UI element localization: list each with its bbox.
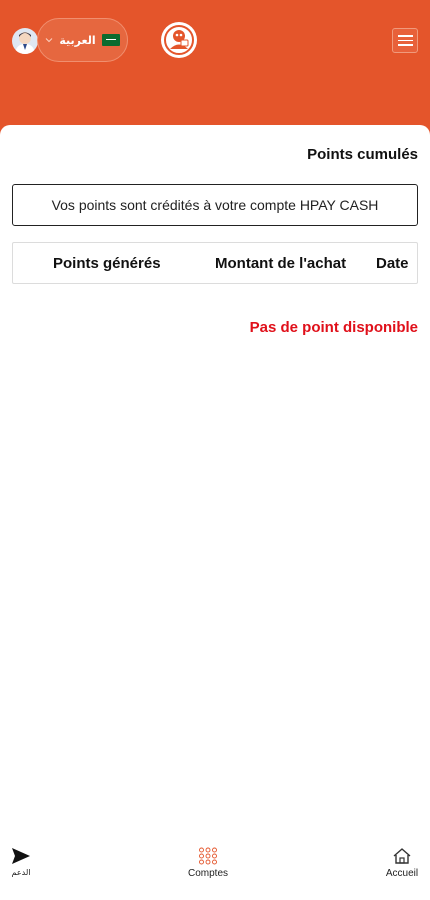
language-selector[interactable]: العربية (37, 18, 128, 62)
main-panel: Points cumulés Vos points sont crédités … (0, 125, 430, 833)
nav-item-home[interactable]: Accueil (380, 847, 424, 879)
hamburger-menu-icon[interactable] (392, 28, 418, 53)
bottom-nav: الدعم Comptes Accueil (0, 833, 430, 900)
grid-dots-icon (199, 847, 217, 865)
nav-label-accounts: Comptes (187, 868, 228, 879)
user-avatar-icon[interactable] (12, 28, 38, 54)
column-points-generated: Points générés (53, 255, 161, 272)
column-purchase-amount: Montant de l'achat (215, 255, 347, 272)
header: العربية (0, 0, 430, 140)
language-label: العربية (59, 34, 96, 47)
nav-item-support[interactable]: الدعم (6, 847, 36, 877)
send-icon (12, 848, 30, 864)
info-text: Vos points sont crédités à votre compte … (51, 197, 379, 213)
chevron-down-icon (46, 38, 53, 43)
info-message: Vos points sont crédités à votre compte … (12, 184, 418, 226)
points-table-header: Points générés Montant de l'achat Date (12, 242, 418, 284)
nav-item-accounts[interactable]: Comptes (182, 847, 234, 879)
nav-label-support: الدعم (11, 868, 31, 877)
home-icon (393, 848, 411, 864)
column-date: Date (376, 255, 409, 272)
saudi-flag-icon (101, 34, 120, 46)
nav-label-home: Accueil (385, 868, 419, 879)
empty-state-message: Pas de point disponible (249, 319, 418, 336)
brand-logo-icon[interactable] (161, 22, 197, 58)
page-title: Points cumulés (307, 146, 418, 163)
